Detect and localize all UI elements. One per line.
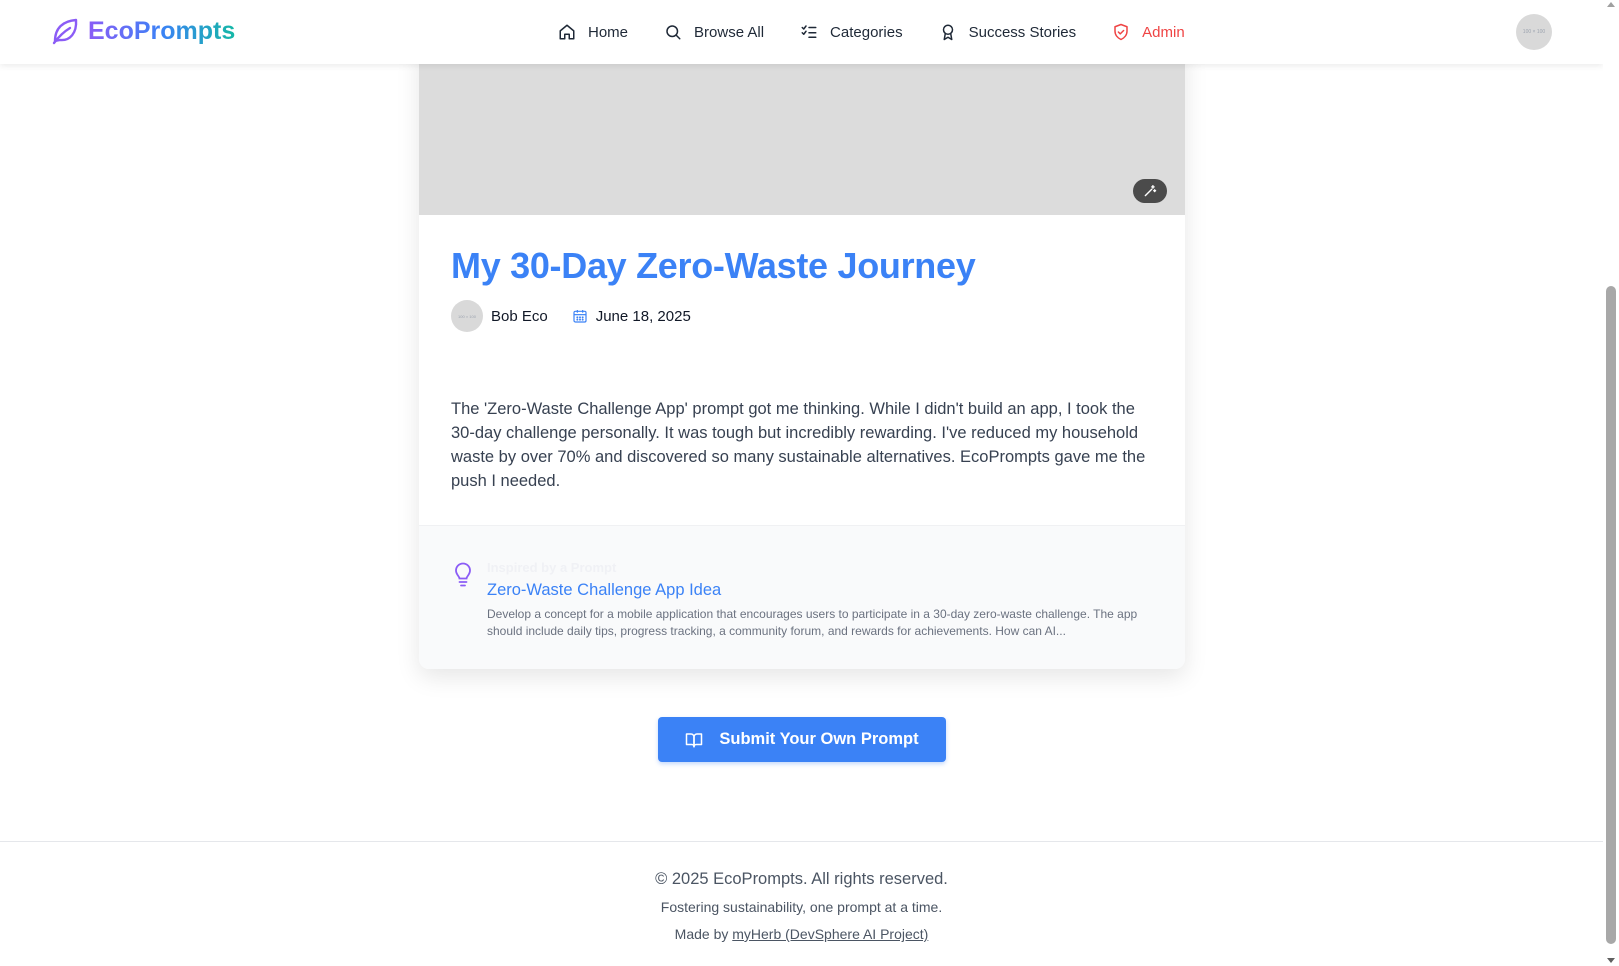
story-hero-image [419, 40, 1185, 215]
top-navbar: EcoPrompts Home Browse All Categories Su… [0, 0, 1603, 64]
story-body: The 'Zero-Waste Challenge App' prompt go… [451, 400, 1146, 490]
made-by-prefix: Made by [674, 926, 733, 942]
nav-home-label: Home [588, 23, 629, 41]
story-card: My 30-Day Zero-Waste Journey 100 × 100 B… [419, 40, 1185, 669]
scrollbar-thumb[interactable] [1606, 286, 1616, 944]
brand-name: EcoPrompts [88, 16, 236, 45]
story-meta: 100 × 100 Bob Eco June 18, 2025 [451, 300, 691, 332]
nav-browse-all[interactable]: Browse All [664, 23, 764, 41]
magic-wand-icon [1144, 185, 1157, 197]
story-date: June 18, 2025 [595, 307, 691, 325]
footer-copyright: © 2025 EcoPrompts. All rights reserved. [655, 870, 948, 888]
story-title: My 30-Day Zero-Waste Journey [451, 245, 976, 286]
vertical-scrollbar[interactable] [1603, 0, 1619, 966]
nav-categories[interactable]: Categories [800, 23, 903, 41]
brand-logo[interactable]: EcoPrompts [50, 16, 235, 46]
book-open-icon [686, 732, 703, 747]
footer-tagline: Fostering sustainability, one prompt at … [660, 899, 943, 915]
lightbulb-icon [455, 562, 471, 587]
footer: © 2025 EcoPrompts. All rights reserved. … [0, 841, 1603, 966]
inspired-by-prompt-section: Inspired by a Prompt Zero-Waste Challeng… [419, 525, 1185, 669]
nav-success-stories[interactable]: Success Stories [939, 23, 1077, 41]
calendar-icon [573, 310, 587, 323]
nav-success-stories-label: Success Stories [968, 23, 1077, 41]
award-icon [942, 24, 953, 41]
search-icon [666, 25, 681, 40]
footer-made-by: Made by myHerb (DevSphere AI Project) [0, 926, 1603, 942]
leaf-icon [52, 18, 78, 45]
scroll-up-arrow-icon[interactable] [1607, 2, 1615, 7]
nav-admin-label: Admin [1142, 23, 1185, 41]
nav-home[interactable]: Home [558, 23, 628, 41]
nav-admin[interactable]: Admin [1112, 23, 1185, 41]
list-checks-icon [801, 25, 817, 38]
submit-prompt-button[interactable]: Submit Your Own Prompt [658, 717, 946, 762]
nav-browse-all-label: Browse All [694, 23, 765, 41]
submit-prompt-label: Submit Your Own Prompt [719, 730, 919, 748]
home-icon [559, 24, 575, 40]
inspired-prompt-link[interactable]: Zero-Waste Challenge App Idea [487, 581, 721, 600]
page: My 30-Day Zero-Waste Journey 100 × 100 B… [0, 0, 1603, 966]
generate-image-button[interactable] [1133, 179, 1167, 203]
scroll-down-arrow-icon[interactable] [1607, 958, 1615, 963]
main-nav: Home Browse All Categories Success Stori… [558, 0, 1221, 64]
user-avatar[interactable]: 100 × 100 [1516, 14, 1552, 50]
author-avatar: 100 × 100 [451, 300, 483, 332]
nav-categories-label: Categories [830, 23, 903, 41]
author-name: Bob Eco [491, 307, 548, 325]
inspired-label: Inspired by a Prompt [487, 560, 617, 575]
made-by-link[interactable]: myHerb (DevSphere AI Project) [732, 926, 928, 942]
inspired-prompt-description: Develop a concept for a mobile applicati… [487, 607, 1138, 638]
shield-check-icon [1114, 23, 1128, 41]
